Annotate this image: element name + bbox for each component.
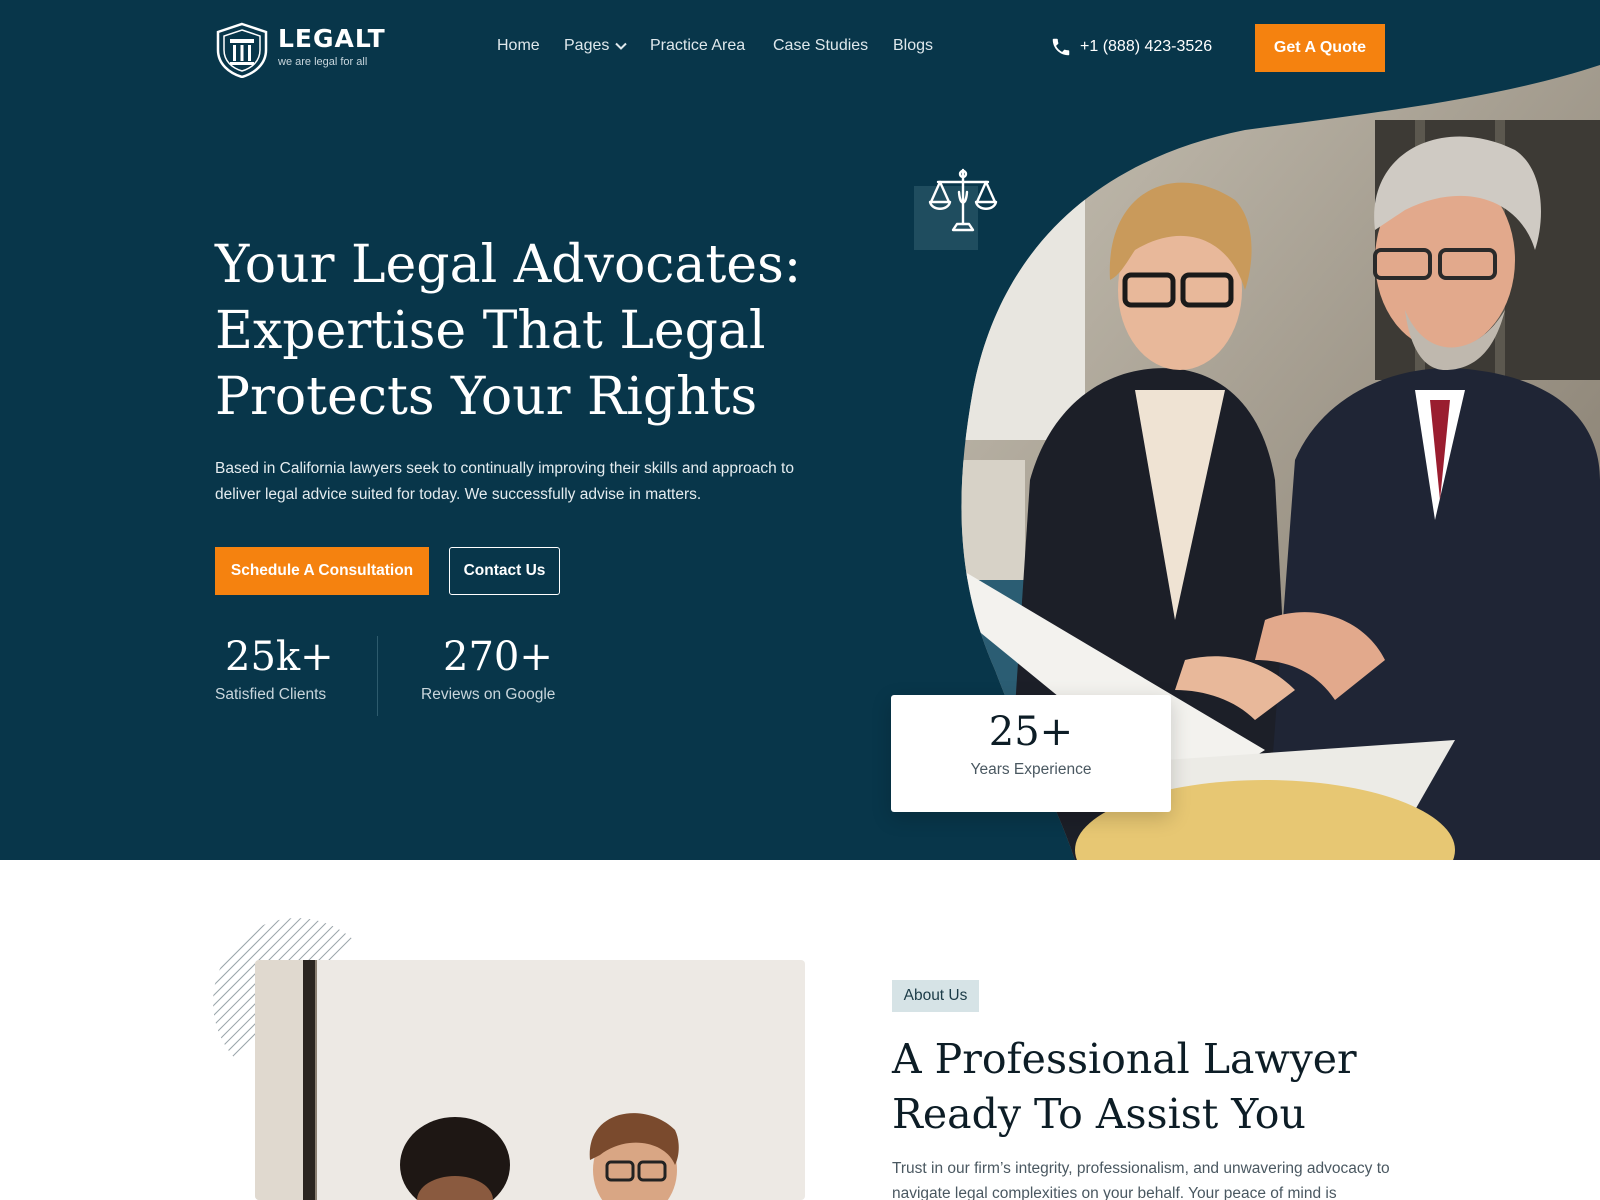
nav-blogs-label: Blogs [893, 37, 934, 54]
schedule-consultation-button[interactable]: Schedule A Consultation [215, 547, 429, 595]
nav-pages-label: Pages [564, 37, 610, 54]
nav-pages[interactable]: Pages [564, 37, 628, 55]
nav-blogs[interactable]: Blogs [893, 37, 933, 55]
nav-case-studies-label: Case Studies [773, 37, 869, 54]
nav-home-label: Home [497, 37, 540, 54]
stat-clients-value: 25k+ [225, 634, 334, 680]
stat-reviews-label: Reviews on Google [421, 686, 556, 703]
logo[interactable]: LEGALT we are legal for all [215, 22, 385, 78]
hero-title: Your Legal Advocates: Expertise That Leg… [215, 235, 802, 427]
experience-card: 25+ Years Experience [891, 695, 1171, 812]
phone-icon [1052, 38, 1070, 56]
stat-divider [377, 636, 378, 716]
nav-case-studies[interactable]: Case Studies [773, 37, 868, 55]
about-title: A Professional Lawyer Ready To Assist Yo… [892, 1035, 1357, 1138]
phone-number: +1 (888) 423-3526 [1080, 38, 1213, 55]
brand-name: LEGALT [278, 24, 386, 53]
scales-of-justice-icon [928, 168, 998, 232]
hero-description: Based in California lawyers seek to cont… [215, 460, 794, 503]
stat-reviews-value: 270+ [443, 634, 553, 680]
experience-value: 25+ [988, 709, 1074, 755]
chevron-down-icon [615, 42, 628, 50]
about-badge: About Us [892, 980, 979, 1012]
nav-practice-area-label: Practice Area [650, 37, 746, 54]
stat-reviews: 270+ Reviews on Google [421, 634, 555, 704]
about-photo-illustration [255, 960, 805, 1200]
stat-clients: 25k+ Satisfied Clients [215, 634, 334, 704]
shield-pillar-icon [216, 22, 268, 78]
brand-tagline: we are legal for all [278, 56, 368, 68]
nav-practice-area[interactable]: Practice Area [650, 37, 745, 55]
about-text: Trust in our firm’s integrity, professio… [892, 1160, 1390, 1200]
hero-section: LEGALT we are legal for all Home Pages P… [0, 0, 1600, 860]
contact-us-button[interactable]: Contact Us [449, 547, 560, 595]
stat-clients-label: Satisfied Clients [215, 686, 327, 703]
experience-label: Years Experience [970, 761, 1092, 778]
nav-home[interactable]: Home [497, 37, 540, 55]
about-photo [255, 960, 805, 1200]
